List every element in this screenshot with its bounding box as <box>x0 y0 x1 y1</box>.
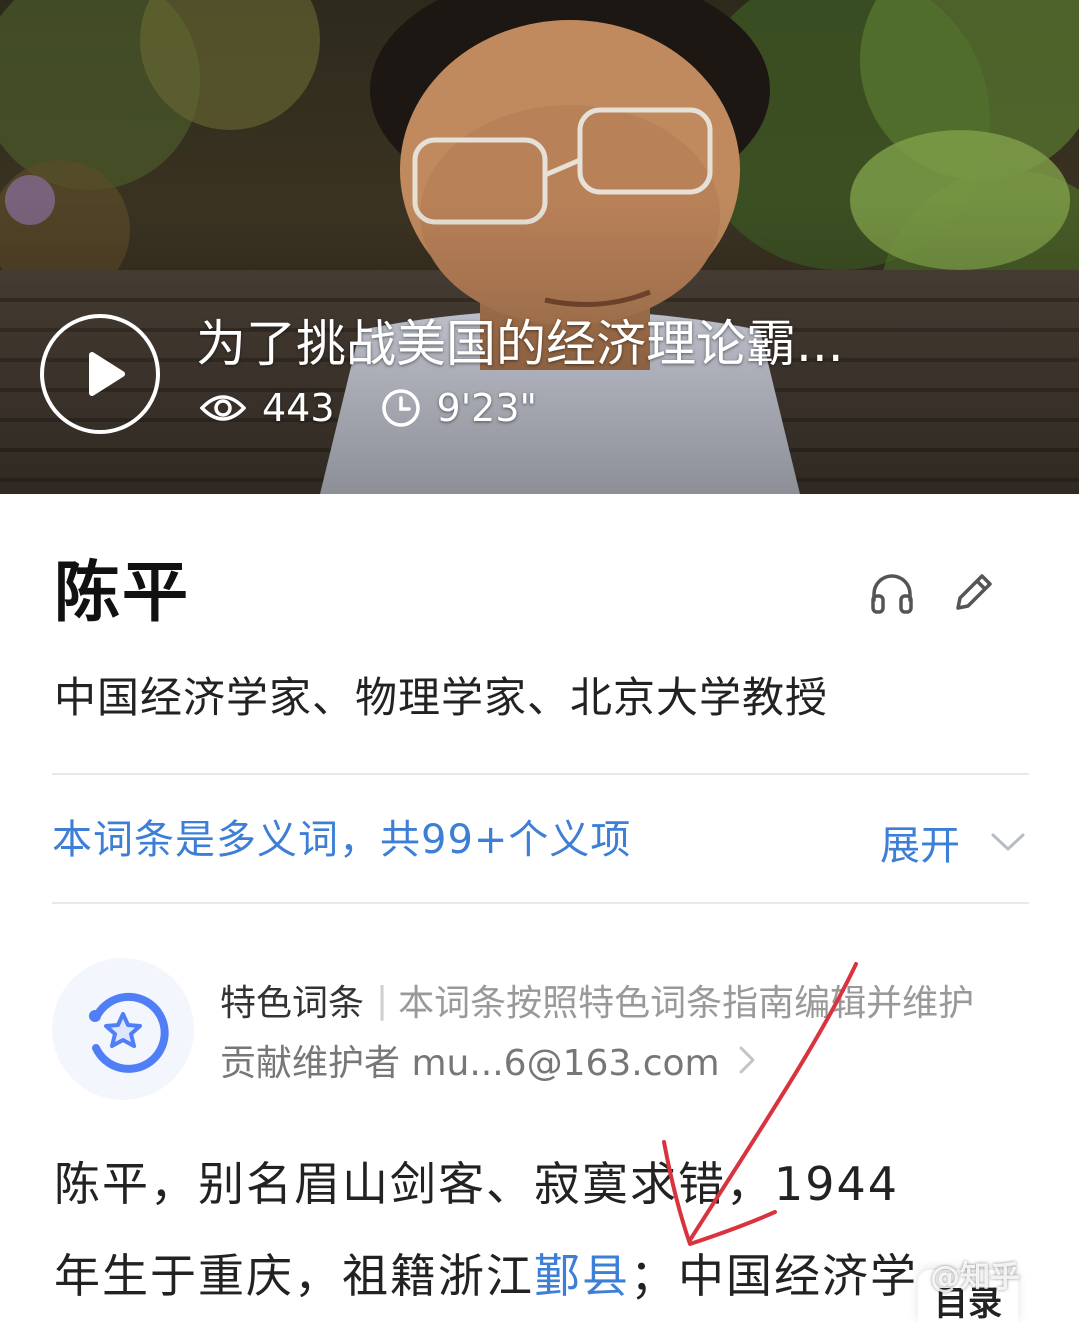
expand-label: 展开 <box>880 823 960 869</box>
polysemy-notice[interactable]: 本词条是多义词，共99+个义项 <box>52 810 631 870</box>
body-text: ；中国经济学 <box>630 1249 918 1303</box>
clock-icon <box>381 389 420 427</box>
divider <box>52 902 1029 904</box>
pencil-icon[interactable] <box>950 568 998 616</box>
duration-value: 9'23" <box>436 386 537 430</box>
baike-entry-page: 为了挑战美国的经济理论霸... 443 9'23" 陈平 中国经济学家、物理学家… <box>0 0 1079 1323</box>
star-badge-icon <box>89 992 169 1073</box>
watermark: @知乎 <box>930 1260 1020 1295</box>
body-line-2: 年生于重庆，祖籍浙江鄞县；中国经济学 <box>54 1244 918 1308</box>
entry-title: 陈平 <box>54 554 190 631</box>
headphones-icon[interactable] <box>868 568 916 616</box>
eye-icon <box>200 395 246 421</box>
body-line-1: 陈平，别名眉山剑客、寂寞求错，1944 <box>54 1157 900 1211</box>
place-link[interactable]: 鄞县 <box>534 1249 630 1303</box>
view-count: 443 <box>200 386 335 430</box>
entry-description: 中国经济学家、物理学家、北京大学教授 <box>54 673 829 722</box>
featured-tag[interactable]: 特色词条 <box>220 974 364 1026</box>
view-count-value: 443 <box>262 386 335 430</box>
contributor-text: 贡献维护者 mu...6@163.com <box>220 1043 720 1084</box>
featured-badge[interactable] <box>52 958 194 1100</box>
play-icon <box>89 352 125 396</box>
chevron-down-icon <box>991 833 1025 851</box>
divider <box>52 773 1029 775</box>
video-banner[interactable]: 为了挑战美国的经济理论霸... 443 9'23" <box>0 0 1079 494</box>
body-text: 年生于重庆，祖籍浙江 <box>54 1249 534 1303</box>
video-title[interactable]: 为了挑战美国的经济理论霸... <box>196 312 896 376</box>
expand-button[interactable]: 展开 <box>880 812 1026 872</box>
play-button[interactable] <box>40 314 160 434</box>
chevron-right-icon <box>739 1046 755 1074</box>
featured-note: 本词条按照特色词条指南编辑并维护 <box>398 983 975 1024</box>
video-meta: 443 9'23" <box>200 384 583 432</box>
separator: | <box>376 979 389 1021</box>
featured-info: 特色词条 | 本词条按照特色词条指南编辑并维护 <box>220 974 974 1026</box>
duration: 9'23" <box>381 386 537 430</box>
contributor-link[interactable]: 贡献维护者 mu...6@163.com <box>220 1034 756 1086</box>
